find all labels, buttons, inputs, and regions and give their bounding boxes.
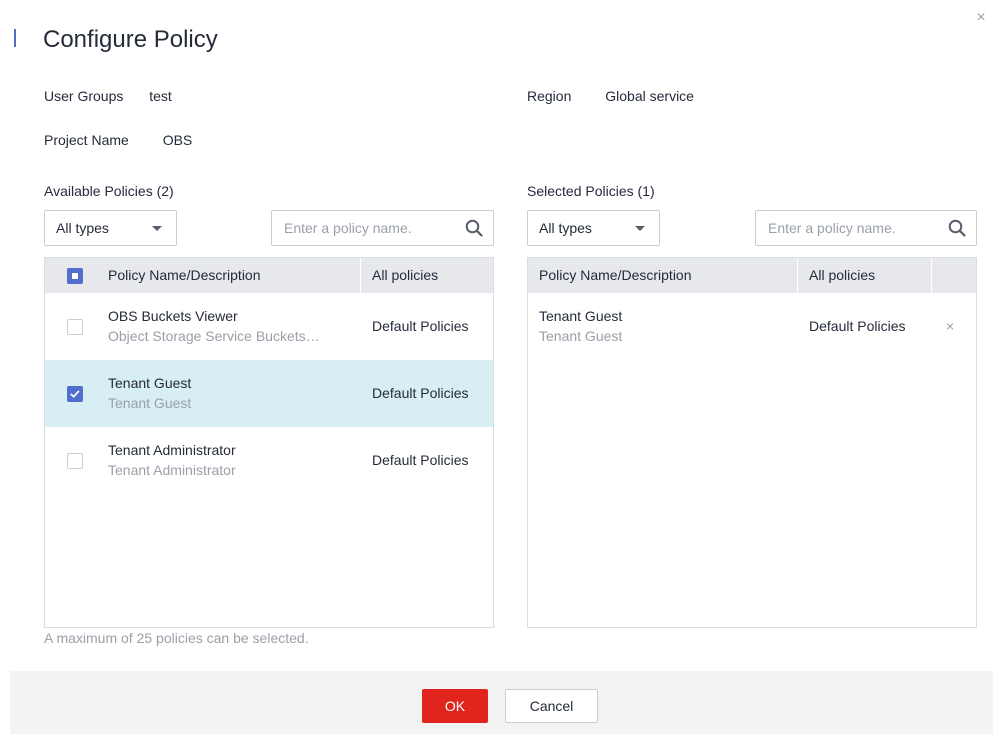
selected-search-input[interactable]: Enter a policy name.	[755, 210, 977, 246]
selected-type-select-value: All types	[539, 220, 592, 236]
policy-description: Tenant Guest	[539, 328, 623, 344]
table-header: Policy Name/Description All policies	[45, 258, 493, 293]
column-divider	[931, 258, 932, 293]
check-icon	[70, 390, 80, 398]
policy-type: Default Policies	[372, 452, 469, 468]
column-header-name: Policy Name/Description	[539, 267, 692, 283]
policy-description: Object Storage Service Buckets…	[108, 328, 320, 344]
policy-name: Tenant Guest	[539, 308, 623, 324]
search-icon[interactable]	[948, 219, 966, 237]
available-search-input[interactable]: Enter a policy name.	[271, 210, 494, 246]
policy-name: OBS Buckets Viewer	[108, 308, 238, 324]
row-checkbox[interactable]	[67, 319, 83, 335]
configure-policy-dialog: Configure Policy × User Groups test Regi…	[0, 0, 1003, 734]
table-row[interactable]: Tenant Administrator Tenant Administrato…	[45, 427, 493, 494]
dialog-header: Configure Policy	[0, 24, 1003, 56]
policy-name: Tenant Guest	[108, 375, 192, 391]
available-policies-title: Available Policies (2)	[44, 183, 174, 199]
table-row: Tenant Guest Tenant Guest Default Polici…	[528, 293, 976, 360]
available-type-select-value: All types	[56, 220, 109, 236]
region-value: Global service	[605, 88, 694, 104]
row-checkbox[interactable]	[67, 386, 83, 402]
user-groups-value: test	[149, 88, 172, 104]
row-checkbox[interactable]	[67, 453, 83, 469]
user-groups-label: User Groups	[44, 88, 124, 104]
cancel-button[interactable]: Cancel	[505, 689, 598, 723]
region-field: Region Global service	[527, 88, 694, 104]
column-header-type: All policies	[372, 267, 439, 283]
policy-type: Default Policies	[372, 385, 469, 401]
policy-type: Default Policies	[372, 318, 469, 334]
select-all-checkbox[interactable]	[67, 268, 83, 284]
policy-description: Tenant Guest	[108, 395, 192, 411]
table-row[interactable]: OBS Buckets Viewer Object Storage Servic…	[45, 293, 493, 360]
column-divider	[797, 258, 798, 293]
policy-limit-hint: A maximum of 25 policies can be selected…	[44, 630, 309, 646]
close-icon[interactable]: ×	[973, 10, 989, 26]
user-groups-field: User Groups test	[44, 88, 172, 104]
available-search-placeholder: Enter a policy name.	[284, 220, 412, 236]
table-row[interactable]: Tenant Guest Tenant Guest Default Polici…	[45, 360, 493, 427]
project-name-value: OBS	[162, 132, 193, 148]
project-name-field: Project Name OBS	[44, 132, 192, 148]
column-header-name: Policy Name/Description	[108, 267, 261, 283]
dialog-footer: OK Cancel	[10, 671, 993, 734]
region-label: Region	[527, 88, 572, 104]
available-type-select[interactable]: All types	[44, 210, 177, 246]
column-divider	[360, 258, 361, 293]
policy-name: Tenant Administrator	[108, 442, 236, 458]
selected-policies-table: Policy Name/Description All policies Ten…	[527, 257, 977, 628]
chevron-down-icon	[152, 226, 162, 231]
table-header: Policy Name/Description All policies	[528, 258, 976, 293]
remove-policy-icon[interactable]: ×	[946, 319, 954, 333]
search-icon[interactable]	[465, 219, 483, 237]
ok-button[interactable]: OK	[422, 689, 488, 723]
project-name-label: Project Name	[44, 132, 129, 148]
dialog-title: Configure Policy	[43, 26, 218, 53]
selected-policies-title: Selected Policies (1)	[527, 183, 655, 199]
title-accent-bar	[14, 29, 16, 47]
policy-type: Default Policies	[809, 318, 906, 334]
available-policies-table: Policy Name/Description All policies OBS…	[44, 257, 494, 628]
chevron-down-icon	[635, 226, 645, 231]
column-header-type: All policies	[809, 267, 876, 283]
policy-description: Tenant Administrator	[108, 462, 236, 478]
selected-type-select[interactable]: All types	[527, 210, 660, 246]
selected-search-placeholder: Enter a policy name.	[768, 220, 896, 236]
